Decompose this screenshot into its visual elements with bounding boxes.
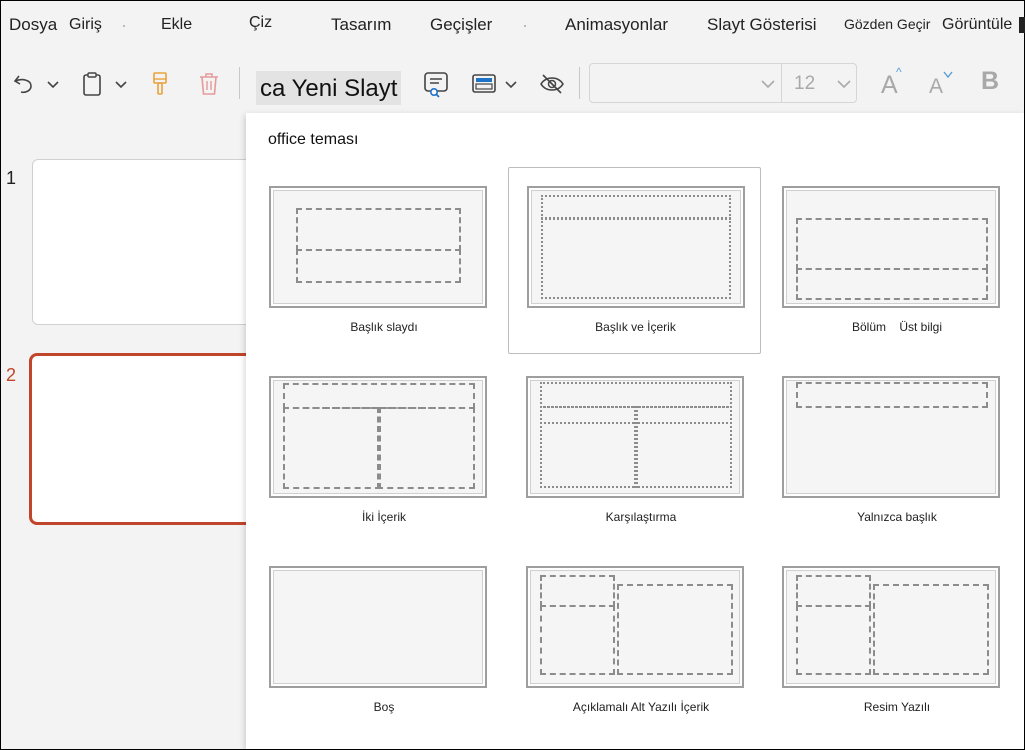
slide-thumbnail-1[interactable]	[32, 159, 262, 325]
menu-separator	[123, 25, 125, 27]
gallery-section-title: office teması	[268, 131, 359, 148]
layout-preview	[269, 186, 487, 308]
menu-insert[interactable]: Ekle	[161, 16, 192, 34]
placeholder-caption	[796, 605, 871, 675]
delete-icon[interactable]	[195, 57, 223, 111]
placeholder-title	[796, 218, 988, 270]
slide-number: 2	[6, 365, 17, 385]
caret-up-icon: ^	[896, 65, 902, 79]
menu-home[interactable]: Giriş	[69, 16, 102, 34]
layout-name: Başlık slaydı	[350, 320, 418, 334]
layout-blank[interactable]: Boş	[258, 548, 510, 734]
placeholder-content-left	[283, 407, 381, 489]
menu-slide-show[interactable]: Slayt Gösterisi	[707, 15, 817, 35]
placeholder-content-right	[377, 407, 475, 489]
layout-name: Açıklamalı Alt Yazılı İçerik	[572, 700, 710, 714]
slide-thumbnail-2-selected[interactable]	[29, 353, 265, 525]
font-size-input[interactable]: 12	[794, 73, 815, 95]
layout-preview	[782, 566, 1000, 688]
layout-name: Karşılaştırma	[605, 510, 677, 524]
undo-dropdown-chevron-icon[interactable]	[43, 57, 63, 111]
placeholder-content	[541, 217, 731, 299]
shrink-font-button[interactable]: A	[929, 71, 953, 99]
reuse-slides-icon[interactable]	[421, 57, 451, 111]
menu-overflow[interactable]	[1019, 17, 1025, 33]
layout-gallery-dropdown: office teması Başlık slaydı Başlık ve İç…	[246, 113, 1024, 749]
placeholder-title	[296, 208, 461, 251]
layout-name: Yalnızca başlık	[857, 510, 937, 524]
layout-title-content-selected[interactable]: Başlık ve İçerik	[508, 167, 761, 354]
layout-preview	[782, 186, 1000, 308]
paste-dropdown-chevron-icon[interactable]	[111, 57, 131, 111]
menu-animations[interactable]: Animasyonlar	[565, 15, 668, 35]
placeholder-title	[283, 383, 475, 409]
layout-name: Başlık ve İçerik	[595, 320, 676, 334]
font-controls: 12	[589, 63, 857, 103]
placeholder-title	[540, 575, 615, 607]
placeholder-content-right	[634, 422, 732, 488]
layout-preview	[269, 566, 487, 688]
layout-dropdown-chevron-icon[interactable]	[501, 57, 521, 111]
layout-preview	[527, 186, 745, 308]
caret-down-icon	[943, 71, 953, 79]
layout-preview	[526, 566, 744, 688]
hide-slide-icon[interactable]	[537, 57, 567, 111]
grow-font-button[interactable]: A ^	[881, 65, 902, 100]
placeholder-title	[796, 382, 988, 408]
layout-preview	[526, 376, 744, 498]
menu-file[interactable]: Dosya	[9, 15, 57, 35]
format-painter-icon[interactable]	[147, 57, 173, 111]
menu-view[interactable]: Görüntüle	[942, 16, 1012, 34]
layout-icon[interactable]	[469, 57, 499, 111]
font-box-divider	[781, 64, 782, 102]
slide-thumbnails-pane: 1 2	[1, 113, 265, 749]
layout-content-with-caption[interactable]: Açıklamalı Alt Yazılı İçerik	[515, 548, 767, 734]
undo-icon[interactable]	[11, 57, 37, 111]
toolbar-separator	[579, 67, 580, 99]
placeholder-content-left	[540, 422, 638, 488]
layout-name: Bölüm Üst bilgi	[851, 320, 943, 334]
placeholder-title	[796, 575, 871, 607]
layout-title-only[interactable]: Yalnızca başlık	[771, 358, 1023, 544]
layout-name: Boş	[373, 700, 395, 714]
menu-bar: Dosya Giriş Ekle Çiz Tasarım Geçişler An…	[1, 1, 1025, 51]
layout-two-content[interactable]: İki İçerik	[258, 358, 510, 544]
menu-draw[interactable]: Çiz	[249, 14, 272, 32]
font-family-dropdown[interactable]	[590, 64, 781, 102]
layout-name: İki İçerik	[361, 510, 406, 524]
shrink-font-label: A	[929, 75, 944, 98]
placeholder-content	[617, 584, 733, 675]
font-family-chevron-icon[interactable]	[760, 77, 776, 91]
layout-picture-with-caption[interactable]: Resim Yazılı	[771, 548, 1023, 734]
menu-separator	[524, 25, 526, 27]
toolbar-separator	[239, 67, 240, 99]
new-slide-button[interactable]: ca Yeni Slayt	[256, 71, 402, 105]
menu-transitions[interactable]: Geçişler	[430, 15, 492, 35]
placeholder-subtitle	[296, 249, 461, 283]
clipboard-icon[interactable]	[79, 57, 105, 111]
layout-section-header[interactable]: Bölüm Üst bilgi	[771, 168, 1023, 354]
placeholder-caption	[540, 605, 615, 675]
placeholder-title	[540, 382, 732, 408]
placeholder-picture	[873, 584, 989, 675]
layout-comparison[interactable]: Karşılaştırma	[515, 358, 767, 544]
slide-number: 1	[6, 168, 17, 188]
layout-title-slide[interactable]: Başlık slaydı	[258, 168, 510, 354]
menu-review[interactable]: Gözden Geçir	[844, 16, 930, 32]
menu-design[interactable]: Tasarım	[331, 15, 391, 35]
layout-preview	[782, 376, 1000, 498]
placeholder-text	[796, 268, 988, 300]
font-size-chevron-icon[interactable]	[836, 77, 852, 91]
bold-button[interactable]: B	[981, 67, 999, 96]
layout-name: Resim Yazılı	[863, 700, 931, 714]
layout-preview	[269, 376, 487, 498]
